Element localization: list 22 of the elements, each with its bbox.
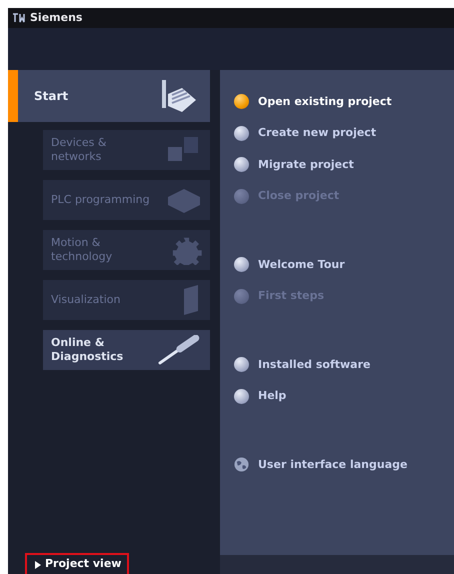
action-link[interactable]: Open existing project — [258, 94, 392, 110]
action-link[interactable]: Migrate project — [258, 156, 354, 173]
start-tab[interactable]: Start — [8, 70, 210, 122]
portal-label: Online & Diagnostics — [51, 336, 124, 364]
screwdriver-icon — [158, 335, 202, 365]
action-link[interactable]: Create new project — [258, 125, 376, 142]
app-logo-icon — [12, 12, 26, 24]
portal-item[interactable]: Online & Diagnostics — [43, 330, 210, 370]
portal-label: PLC programming — [51, 193, 151, 207]
gear-icon — [172, 235, 202, 265]
start-label: Start — [34, 88, 70, 105]
action-link[interactable]: Welcome Tour — [258, 256, 345, 273]
factory-icon — [160, 78, 198, 114]
triangle-icon — [35, 560, 41, 568]
action-link[interactable]: User interface language — [258, 456, 408, 473]
portal-label: Motion & technology — [51, 236, 114, 264]
portal-label: Visualization — [51, 293, 122, 307]
portal-label: Devices & networks — [51, 136, 108, 164]
window-title: Siemens — [30, 10, 82, 26]
action-link[interactable]: Help — [258, 388, 286, 404]
project-view-link[interactable]: Project view — [25, 553, 129, 574]
action-link[interactable]: Installed software — [258, 356, 370, 373]
